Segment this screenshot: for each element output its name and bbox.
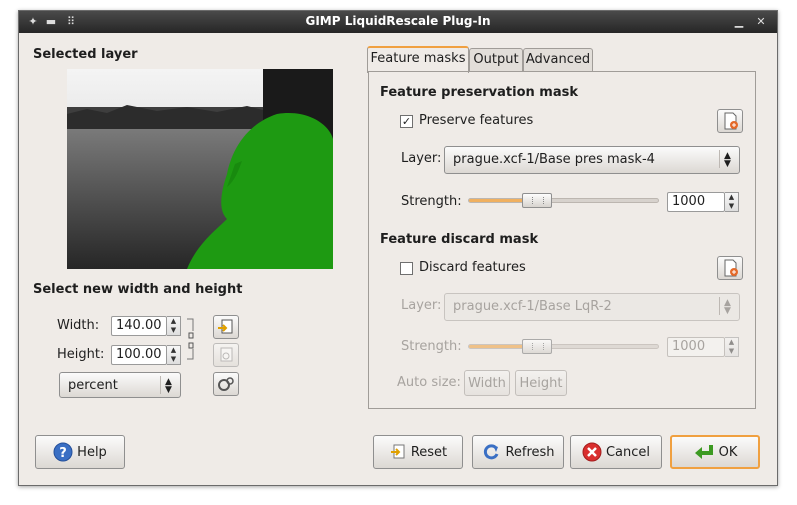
svg-text:?: ? <box>59 446 67 461</box>
cancel-button[interactable]: Cancel <box>570 435 662 469</box>
new-preservation-mask-button[interactable] <box>717 109 743 133</box>
preservation-strength-label: Strength: <box>401 194 462 209</box>
window-title: GIMP LiquidRescale Plug-In <box>305 14 491 28</box>
help-button[interactable]: ? Help <box>35 435 125 469</box>
selected-layer-heading: Selected layer <box>33 47 138 62</box>
preservation-heading: Feature preservation mask <box>380 85 578 100</box>
enter-arrow-icon <box>694 445 713 459</box>
height-input[interactable]: 100.00 <box>111 345 167 365</box>
width-input[interactable]: 140.00 <box>111 316 167 336</box>
preserve-features-label: Preserve features <box>419 113 534 128</box>
preservation-strength-input[interactable]: 1000 <box>667 192 725 212</box>
height-label: Height: <box>57 347 105 362</box>
gears-icon <box>218 377 234 391</box>
slider-handle[interactable] <box>522 193 552 208</box>
layer-preview <box>67 69 333 269</box>
chain-link-icon[interactable] <box>185 317 197 361</box>
ok-button[interactable]: OK <box>670 435 760 469</box>
autosize-height-button[interactable]: Height <box>515 370 567 396</box>
preservation-strength-slider[interactable] <box>468 193 659 208</box>
reset-button[interactable]: Reset <box>373 435 463 469</box>
height-spin-button[interactable]: ▲ ▼ <box>167 345 181 365</box>
size-heading: Select new width and height <box>33 282 243 297</box>
discard-strength-input[interactable]: 1000 <box>667 337 725 357</box>
tab-output[interactable]: Output <box>469 48 523 71</box>
chevron-updown-icon: ▲ ▼ <box>719 297 735 316</box>
slider-handle[interactable] <box>522 339 552 354</box>
new-mask-icon <box>724 112 738 130</box>
discard-layer-select[interactable]: prague.xcf-1/Base LqR-2 ▲ ▼ <box>444 293 740 321</box>
tab-advanced[interactable]: Advanced <box>523 48 593 71</box>
reset-size-icon <box>220 347 233 362</box>
width-label: Width: <box>57 318 100 333</box>
reset-icon <box>390 444 405 459</box>
ok-label: OK <box>718 444 738 460</box>
cancel-icon <box>582 442 602 462</box>
unit-select[interactable]: percent ▲ ▼ <box>59 372 181 398</box>
preserve-features-checkbox[interactable]: ✓ <box>400 115 413 128</box>
reset-size-button[interactable] <box>213 343 239 367</box>
refresh-label: Refresh <box>505 444 555 460</box>
unit-select-value: percent <box>68 378 118 393</box>
preservation-layer-select[interactable]: prague.xcf-1/Base pres mask-4 ▲ ▼ <box>444 146 740 174</box>
autosize-width-button[interactable]: Width <box>464 370 510 396</box>
reset-label: Reset <box>410 444 448 460</box>
discard-strength-spin[interactable]: ▲ ▼ <box>725 337 739 357</box>
chevron-updown-icon: ▲ ▼ <box>719 150 735 169</box>
preservation-layer-label: Layer: <box>401 151 442 166</box>
help-icon: ? <box>53 442 73 462</box>
preservation-strength-spin[interactable]: ▲ ▼ <box>725 192 739 212</box>
scale-options-button[interactable] <box>213 372 239 396</box>
cancel-label: Cancel <box>605 444 651 460</box>
discard-strength-label: Strength: <box>401 339 462 354</box>
preservation-layer-value: prague.xcf-1/Base pres mask-4 <box>453 152 655 167</box>
chevron-updown-icon: ▲ ▼ <box>160 376 176 395</box>
discard-strength-slider[interactable] <box>468 339 659 354</box>
set-size-icon <box>218 319 233 334</box>
help-label: Help <box>77 444 107 460</box>
titlebar: ✦ ▬ ⠿ GIMP LiquidRescale Plug-In ▁ ✕ <box>19 11 777 33</box>
refresh-button[interactable]: Refresh <box>472 435 564 469</box>
discard-features-label: Discard features <box>419 260 526 275</box>
discard-layer-label: Layer: <box>401 298 442 313</box>
close-icon[interactable]: ✕ <box>753 14 769 30</box>
tab-feature-masks[interactable]: Feature masks <box>367 46 469 73</box>
width-spin-button[interactable]: ▲ ▼ <box>167 316 181 336</box>
autosize-label: Auto size: <box>397 375 461 390</box>
set-from-layer-button[interactable] <box>213 315 239 339</box>
refresh-icon <box>484 444 499 460</box>
new-discard-mask-button[interactable] <box>717 256 743 280</box>
new-mask-icon <box>724 259 738 277</box>
discard-layer-value: prague.xcf-1/Base LqR-2 <box>453 299 612 314</box>
discard-features-checkbox[interactable] <box>400 262 413 275</box>
dialog-window: ✦ ▬ ⠿ GIMP LiquidRescale Plug-In ▁ ✕ Sel… <box>18 10 778 486</box>
feature-masks-panel: Feature preservation mask ✓ Preserve fea… <box>368 71 756 409</box>
minimize-button-icon[interactable]: ▁ <box>731 14 747 30</box>
discard-heading: Feature discard mask <box>380 232 539 247</box>
